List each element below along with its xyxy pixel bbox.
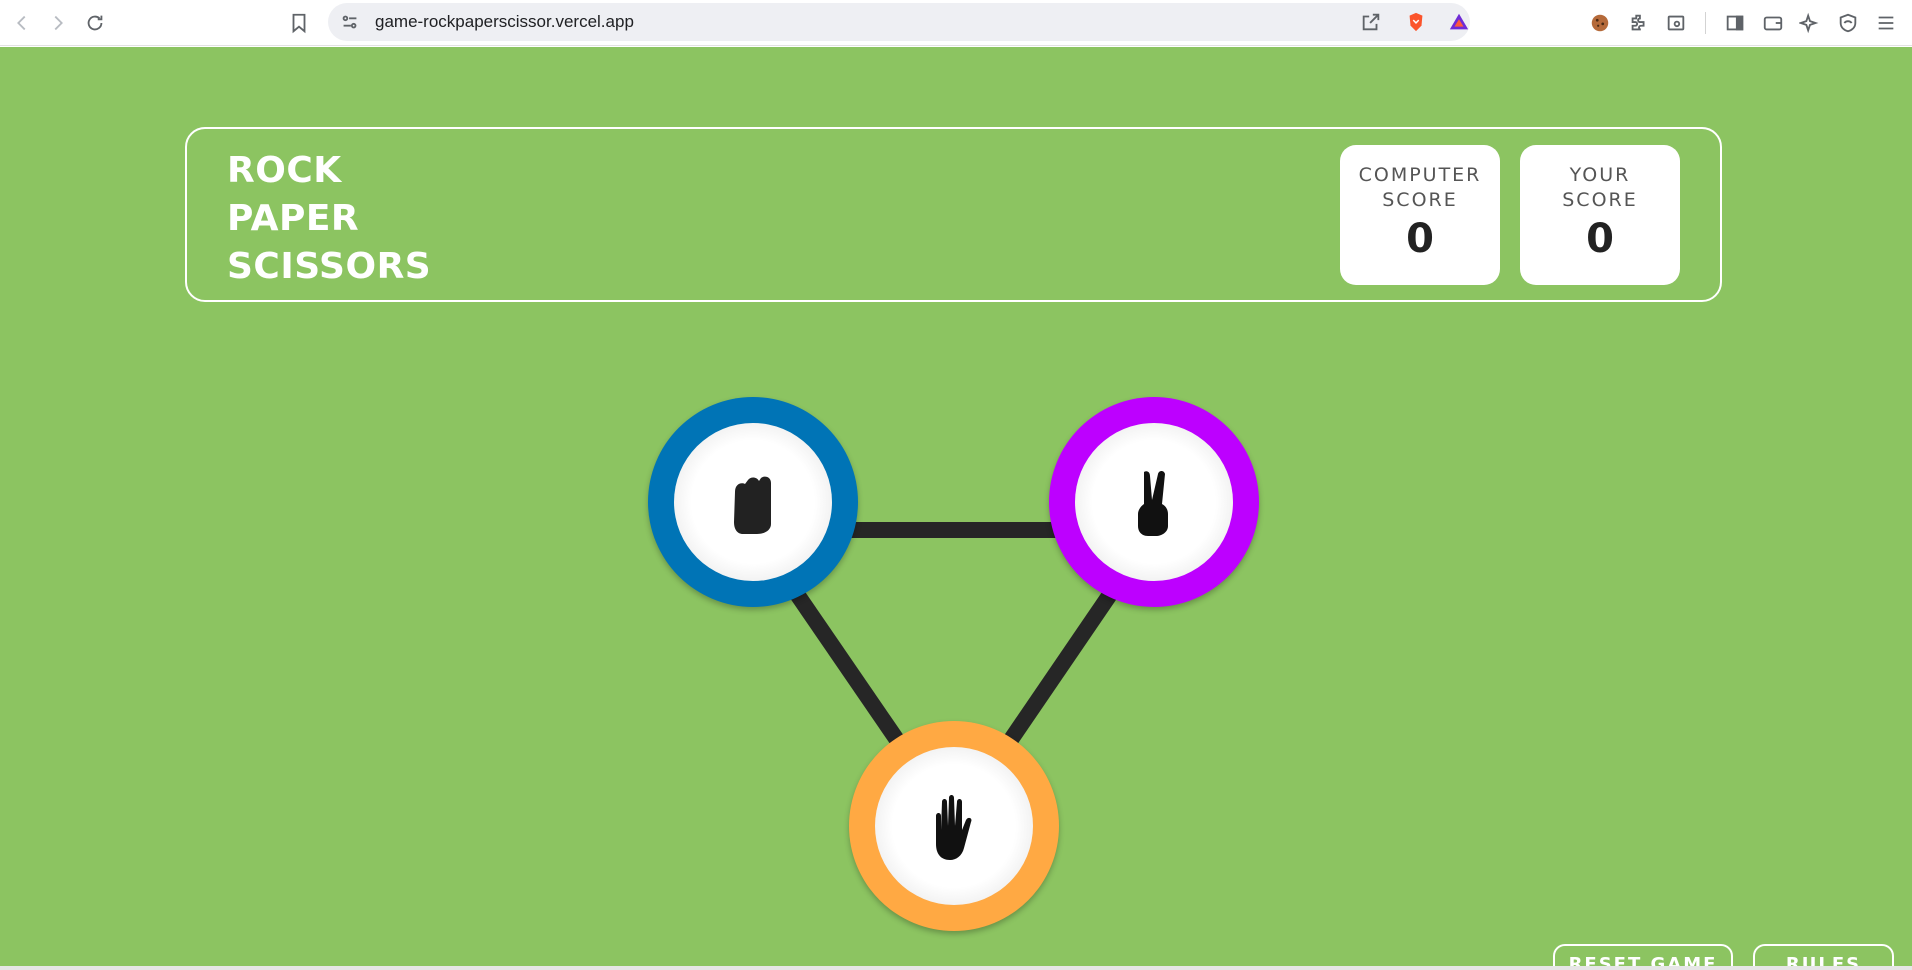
brave-shields-icon[interactable] [1402, 8, 1430, 36]
scissors-choice-face [1075, 423, 1233, 581]
site-settings-icon[interactable] [336, 8, 364, 36]
wallet-icon[interactable] [1759, 9, 1787, 37]
game-page: ROCK PAPER SCISSORS COMPUTER SCORE 0 YOU… [0, 47, 1912, 966]
open-hand-icon [936, 795, 972, 860]
leo-ai-icon[interactable] [1796, 9, 1824, 37]
rules-button[interactable]: RULES [1753, 944, 1894, 966]
rock-choice-face [674, 423, 832, 581]
paper-choice-button[interactable] [849, 721, 1059, 931]
menu-icon[interactable] [1872, 9, 1900, 37]
address-bar[interactable]: game-rockpaperscissor.vercel.app [328, 3, 1470, 41]
brave-rewards-icon[interactable] [1445, 8, 1473, 36]
paper-choice-face [875, 747, 1033, 905]
extensions-icon[interactable] [1625, 9, 1653, 37]
peace-hand-icon [1138, 471, 1168, 536]
reset-game-button[interactable]: RESET GAME [1553, 944, 1733, 966]
reload-icon[interactable] [81, 9, 109, 37]
share-icon[interactable] [1357, 8, 1385, 36]
back-icon[interactable] [8, 9, 36, 37]
cookie-extension-icon[interactable] [1586, 9, 1614, 37]
sidebar-icon[interactable] [1721, 9, 1749, 37]
browser-toolbar: game-rockpaperscissor.vercel.app [0, 0, 1912, 46]
scissors-choice-button[interactable] [1049, 397, 1259, 607]
vpn-icon[interactable] [1834, 9, 1862, 37]
forward-icon[interactable] [44, 9, 72, 37]
rock-choice-button[interactable] [648, 397, 858, 607]
bottom-strip [0, 966, 1912, 970]
url-text: game-rockpaperscissor.vercel.app [375, 12, 634, 31]
fist-icon [734, 476, 771, 534]
bookmark-icon[interactable] [285, 9, 313, 37]
reading-mode-icon[interactable] [1662, 9, 1690, 37]
